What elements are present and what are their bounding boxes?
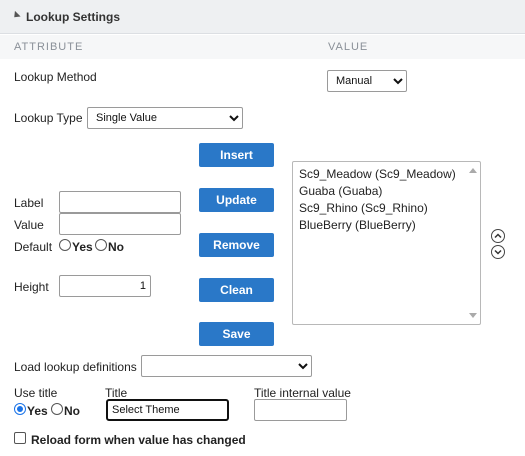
collapse-caret-icon[interactable]	[11, 10, 21, 21]
use-title-no-radio[interactable]	[51, 403, 63, 415]
load-definitions-select[interactable]	[141, 355, 312, 377]
panel-header[interactable]: Lookup Settings	[0, 0, 525, 34]
title-internal-label: Title internal value	[254, 386, 351, 400]
title-internal-input[interactable]	[254, 399, 347, 421]
list-item[interactable]: Guaba (Guaba)	[293, 183, 480, 200]
use-title-no-label: No	[64, 404, 80, 418]
reload-checkbox[interactable]	[14, 432, 26, 444]
height-label: Height	[14, 280, 49, 294]
lookup-type-label: Lookup Type	[14, 111, 83, 125]
scroll-down-arrow-icon[interactable]	[469, 313, 477, 318]
default-yes-label: Yes	[72, 240, 93, 254]
list-scrollbar[interactable]	[466, 162, 480, 324]
column-header: ATTRIBUTE VALUE	[0, 35, 525, 59]
label-input[interactable]	[59, 191, 181, 213]
move-up-icon[interactable]	[491, 229, 505, 243]
insert-button[interactable]: Insert	[199, 143, 274, 167]
value-input[interactable]	[59, 213, 181, 235]
value-field-label: Value	[14, 218, 44, 232]
reload-label: Reload form when value has changed	[31, 433, 246, 447]
list-item[interactable]: Sc9_Meadow (Sc9_Meadow)	[293, 166, 480, 183]
value-column-label: VALUE	[328, 41, 369, 53]
default-label: Default	[14, 240, 53, 254]
save-button[interactable]: Save	[199, 322, 274, 346]
height-input[interactable]	[59, 275, 151, 297]
update-button[interactable]: Update	[199, 188, 274, 212]
title-label: Title	[105, 386, 128, 400]
title-input[interactable]	[106, 399, 229, 421]
load-definitions-label: Load lookup definitions	[14, 360, 137, 374]
attribute-column-label: ATTRIBUTE	[14, 41, 84, 53]
lookup-values-list[interactable]: Sc9_Meadow (Sc9_Meadow) Guaba (Guaba) Sc…	[292, 161, 481, 325]
panel-title: Lookup Settings	[26, 10, 120, 24]
default-no-radio[interactable]	[95, 239, 107, 251]
default-no-label: No	[108, 240, 124, 254]
lookup-method-label: Lookup Method	[14, 70, 97, 84]
default-yes-radio[interactable]	[59, 239, 71, 251]
scroll-up-arrow-icon[interactable]	[469, 168, 477, 173]
use-title-yes-label: Yes	[27, 404, 48, 418]
clean-button[interactable]: Clean	[199, 278, 274, 302]
lookup-method-select[interactable]: Manual	[327, 70, 407, 92]
label-field-label: Label	[14, 196, 44, 210]
remove-button[interactable]: Remove	[199, 233, 274, 257]
use-title-label: Use title	[14, 386, 58, 400]
lookup-type-select[interactable]: Single Value	[87, 107, 243, 129]
list-item[interactable]: BlueBerry (BlueBerry)	[293, 217, 480, 234]
use-title-yes-radio[interactable]	[14, 403, 26, 415]
list-item[interactable]: Sc9_Rhino (Sc9_Rhino)	[293, 200, 480, 217]
move-down-icon[interactable]	[491, 245, 505, 259]
